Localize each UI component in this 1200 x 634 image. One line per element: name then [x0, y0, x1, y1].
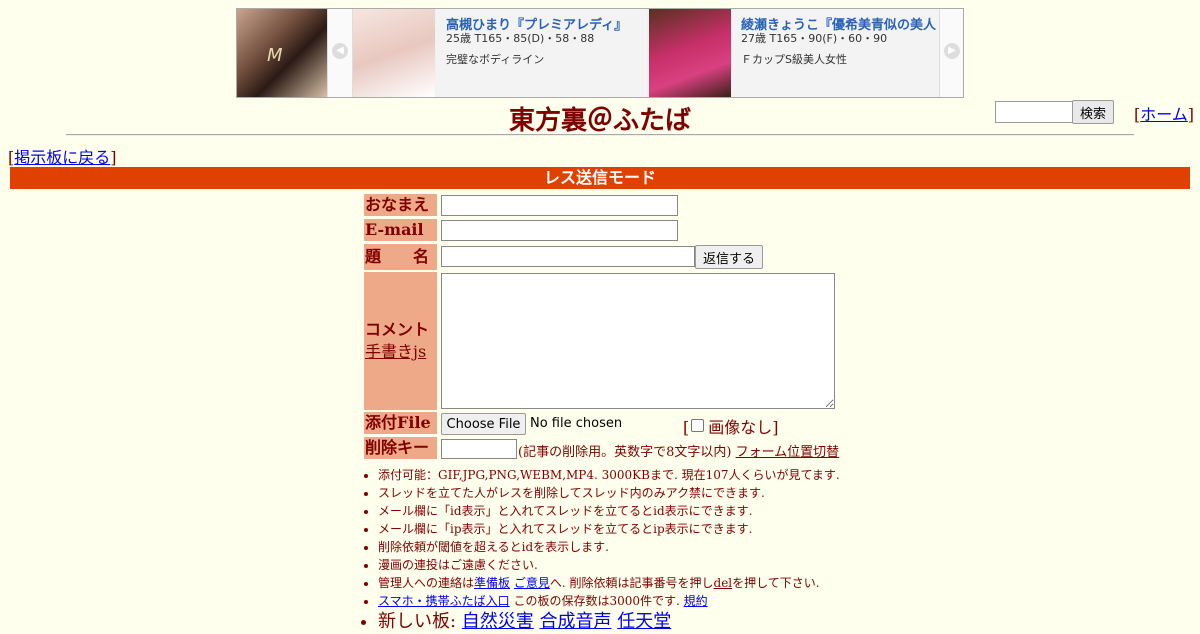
- banner-next-button[interactable]: ▶: [939, 9, 963, 97]
- board-link-disaster[interactable]: 自然災害: [462, 611, 534, 632]
- bracket: [: [683, 418, 690, 437]
- terms-link[interactable]: 規約: [684, 594, 708, 608]
- bracket: ]: [1187, 105, 1195, 124]
- bracket: ]: [772, 418, 779, 437]
- list-item: 管理人への連絡は準備板 ご意見へ. 削除依頼は記事番号を押しdelを押して下さい…: [378, 574, 840, 592]
- banner-logo-text: M: [267, 45, 283, 66]
- list-item: メール欄に「id表示」と入れてスレッドを立てるとid表示にできます.: [378, 502, 840, 520]
- delete-key-note-row: (記事の削除用。英数字で8文字以内) フォーム位置切替: [518, 441, 839, 460]
- banner-card-spec: 27歳 T165・90(F)・60・90: [741, 32, 888, 45]
- email-label: E-mail: [364, 219, 437, 241]
- banner-card-1[interactable]: 高槻ひまり『プレミアレディ』 25歳 T165・85(D)・58・88 完璧なボ…: [436, 9, 647, 97]
- file-status: No file chosen: [530, 416, 623, 431]
- banner-ad[interactable]: M ◀ 高槻ひまり『プレミアレディ』 25歳 T165・85(D)・58・88 …: [236, 8, 964, 98]
- delete-key-note: (記事の削除用。英数字で8文字以内): [518, 445, 732, 460]
- submit-reply-button[interactable]: 返信する: [695, 245, 763, 269]
- feedback-link[interactable]: ご意見: [514, 576, 550, 590]
- email-input[interactable]: [441, 220, 678, 241]
- back-nav: [掲示板に戻る]: [8, 144, 117, 168]
- subject-input[interactable]: [441, 246, 695, 267]
- banner-card-desc: 完璧なボディライン: [446, 53, 545, 66]
- delete-key-label: 削除キー: [364, 437, 437, 459]
- search-input[interactable]: [995, 101, 1075, 123]
- list-item: 新しい板: 自然災害 合成音声 任天堂: [378, 610, 840, 634]
- list-item: メール欄に「ip表示」と入れてスレッドを立てるとip表示にできます.: [378, 520, 840, 538]
- choose-file-button[interactable]: Choose File: [441, 413, 526, 435]
- no-image-checkbox[interactable]: [691, 419, 705, 432]
- chevron-left-icon: ◀: [332, 43, 348, 59]
- file-label: 添付File: [364, 412, 437, 434]
- note-text: この板の保存数は3000件です.: [509, 594, 684, 608]
- notes-list: 添付可能：GIF,JPG,PNG,WEBM,MP4. 3000KBまで. 現在1…: [362, 466, 840, 634]
- handwrite-link[interactable]: 手書きjs: [365, 342, 426, 361]
- reply-mode-banner: レス送信モード: [10, 167, 1190, 189]
- name-label: おなまえ: [364, 194, 437, 216]
- banner-photo-1[interactable]: [353, 9, 435, 97]
- list-item: 添付可能：GIF,JPG,PNG,WEBM,MP4. 3000KBまで. 現在1…: [378, 466, 840, 484]
- back-to-board-link[interactable]: 掲示板に戻る: [14, 148, 110, 167]
- note-text: を押して下さい.: [732, 576, 820, 590]
- form-position-toggle-link[interactable]: フォーム位置切替: [736, 445, 840, 460]
- comment-label: コメント: [365, 320, 430, 339]
- banner-card-spec: 25歳 T165・85(D)・58・88: [446, 32, 595, 45]
- no-image-option: [ 画像なし]: [683, 414, 779, 438]
- divider: [66, 134, 1134, 136]
- home-link[interactable]: ホーム: [1140, 105, 1188, 124]
- home-nav: [ホーム]: [1134, 101, 1194, 125]
- banner-card-2[interactable]: 綾瀬きょうこ『優希美青似の美人 27歳 T165・90(F)・60・90 Ｆカッ…: [731, 9, 939, 97]
- comment-textarea[interactable]: [441, 273, 835, 409]
- subject-label: 題 名: [364, 244, 437, 270]
- no-image-label: 画像なし: [708, 418, 773, 437]
- banner-logo-image[interactable]: M: [237, 9, 327, 97]
- comment-label-cell: コメント 手書きjs: [364, 272, 437, 410]
- chevron-right-icon: ▶: [944, 43, 960, 59]
- name-input[interactable]: [441, 195, 678, 216]
- list-item: 削除依頼が閾値を超えるとidを表示します.: [378, 538, 840, 556]
- list-item: スマホ・携帯ふたば入口 この板の保存数は3000件です. 規約: [378, 592, 840, 610]
- search-button[interactable]: 検索: [1072, 100, 1114, 124]
- list-item: 漫画の連投はご遠慮ください.: [378, 556, 840, 574]
- mobile-entry-link[interactable]: スマホ・携帯ふたば入口: [378, 594, 510, 608]
- prep-board-link[interactable]: 準備板: [474, 576, 510, 590]
- note-text: へ. 削除依頼は記事番号を押し: [549, 576, 714, 590]
- del-link[interactable]: del: [714, 576, 733, 590]
- delete-key-input[interactable]: [441, 439, 517, 459]
- list-item: スレッドを立てた人がレスを削除してスレッド内のみアク禁にできます.: [378, 484, 840, 502]
- banner-card-desc: ＦカップS級美人女性: [741, 53, 847, 66]
- board-link-synthvoice[interactable]: 合成音声: [540, 611, 612, 632]
- banner-photo-2[interactable]: [649, 9, 731, 97]
- board-link-nintendo[interactable]: 任天堂: [617, 611, 671, 632]
- new-boards-label: 新しい板:: [378, 611, 462, 632]
- banner-prev-button[interactable]: ◀: [327, 9, 353, 97]
- bracket: ]: [110, 148, 117, 167]
- note-text: 管理人への連絡は: [378, 576, 475, 590]
